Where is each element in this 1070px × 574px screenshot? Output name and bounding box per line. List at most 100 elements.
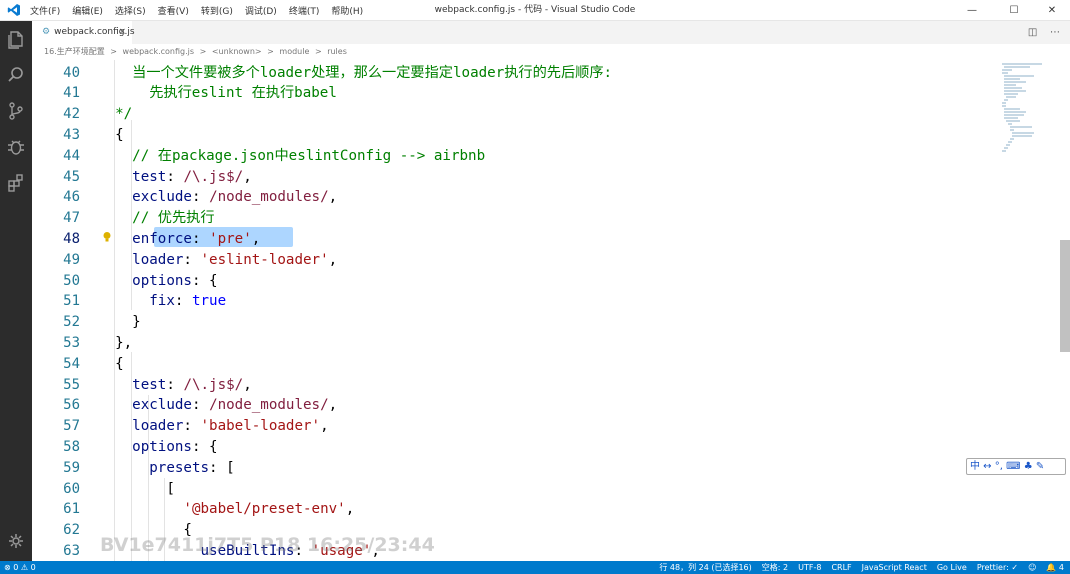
line-number: 47 (63, 210, 80, 227)
tab-bar: ⚙ webpack.config.js × ◫ ⋯ (32, 21, 1070, 44)
code-line[interactable]: { (98, 125, 124, 146)
status-item[interactable]: 行 48，列 24 (已选择16) (659, 563, 751, 572)
close-tab-icon[interactable]: × (118, 21, 126, 44)
status-item[interactable]: 空格: 2 (762, 563, 788, 572)
ime-toolbar[interactable]: 中 ↔ °, ⌨ ♣ ✎ (966, 458, 1066, 475)
breadcrumb: 16.生产环境配置 > webpack.config.js > <unknown… (32, 44, 1070, 60)
code-editor[interactable]: 40 41 42 43 44 45 46 47 48 49 50 51 52 53 54 55 56 57 58 59… (32, 60, 1070, 561)
code-line[interactable]: options: { (98, 437, 217, 458)
menu-view[interactable]: 查看(V) (158, 4, 189, 17)
close-button[interactable]: ✕ (1038, 0, 1066, 21)
code-line[interactable]: } (98, 312, 141, 333)
line-number: 45 (63, 168, 80, 185)
line-number: 40 (63, 64, 80, 81)
code-line[interactable]: [ (98, 479, 175, 500)
line-number: 43 (63, 127, 80, 143)
source-control-icon[interactable] (6, 101, 26, 121)
code-line[interactable]: { (98, 354, 124, 375)
status-item[interactable]: Prettier: ✓ (977, 563, 1018, 572)
line-number-gutter: 40 41 42 43 44 45 46 47 48 49 50 51 52 53 54 55 56 57 58 59… (32, 60, 92, 561)
code-line[interactable]: }, (98, 333, 132, 354)
line-number: 51 (63, 293, 80, 310)
line-number: 42 (63, 106, 80, 123)
code-line[interactable]: fix: true (98, 291, 226, 312)
line-number: 46 (63, 189, 80, 206)
tab-webpack-config[interactable]: ⚙ webpack.config.js × (32, 21, 135, 44)
code-line[interactable]: 当一个文件要被多个loader处理，那么一定要指定loader执行的先后顺序: (98, 63, 612, 84)
breadcrumb-module[interactable]: module (279, 47, 309, 56)
status-bar: ⊗ 0 ⚠ 0 行 48，列 24 (已选择16) 空格: 2 UTF-8 CRLF J… (0, 561, 1070, 574)
line-number: 59 (63, 459, 80, 476)
breadcrumb-folder[interactable]: 16.生产环境配置 (44, 47, 105, 56)
status-right: 行 48，列 24 (已选择16) 空格: 2 UTF-8 CRLF JavaScrip… (649, 561, 1064, 574)
line-number: 63 (63, 543, 80, 559)
activity-bar (0, 21, 32, 561)
breadcrumb-file[interactable]: webpack.config.js (123, 47, 195, 56)
line-number: 53 (63, 335, 80, 351)
line-number: 54 (63, 355, 80, 372)
line-number: 57 (63, 418, 80, 435)
code-line[interactable]: */ (98, 104, 132, 125)
title-bar: 文件(F) 编辑(E) 选择(S) 查看(V) 转到(G) 调试(D) 终端(T… (0, 0, 1070, 21)
settings-gear-icon[interactable] (8, 533, 24, 549)
split-editor-icon[interactable]: ◫ (1028, 27, 1037, 38)
line-number: 58 (63, 439, 80, 455)
minimize-button[interactable]: — (958, 0, 986, 21)
debug-icon[interactable] (6, 137, 26, 157)
code-line[interactable]: test: /\.js$/, (98, 375, 252, 396)
code-line[interactable]: loader: 'babel-loader', (98, 416, 328, 437)
breadcrumb-separator: > (314, 47, 322, 56)
menu-help[interactable]: 帮助(H) (331, 4, 363, 17)
explorer-icon[interactable] (6, 29, 26, 49)
menu-selection[interactable]: 选择(S) (115, 4, 146, 17)
code-line[interactable]: exclude: /node_modules/, (98, 395, 337, 416)
search-icon[interactable] (6, 65, 26, 85)
extensions-icon[interactable] (6, 173, 26, 193)
line-number: 48 (63, 231, 80, 247)
code-area[interactable]: 当一个文件要被多个loader处理，那么一定要指定loader执行的先后顺序: … (98, 60, 998, 561)
video-watermark: BV1e7411j7T5 P18 16:25/23:44 (100, 534, 435, 556)
minimap[interactable] (1000, 60, 1060, 170)
menu-debug[interactable]: 调试(D) (245, 4, 277, 17)
editor-actions: ◫ ⋯ (1028, 21, 1060, 44)
status-item[interactable]: Go Live (937, 563, 967, 572)
menu-file[interactable]: 文件(F) (30, 4, 60, 17)
status-item[interactable]: UTF-8 (798, 563, 821, 572)
breadcrumb-unknown[interactable]: <unknown> (212, 47, 262, 56)
line-number: 55 (63, 376, 80, 393)
problems-indicator[interactable]: ⊗ 0 ⚠ 0 (4, 561, 36, 574)
breadcrumb-separator: > (110, 47, 117, 56)
line-number: 41 (63, 85, 80, 102)
code-line[interactable]: exclude: /node_modules/, (98, 187, 337, 208)
code-line[interactable]: '@babel/preset-env', (98, 499, 354, 520)
status-item[interactable]: JavaScript React (862, 563, 927, 572)
vscode-logo-icon (7, 4, 20, 16)
code-line[interactable]: // 在package.json中eslintConfig --> airbnb (98, 146, 485, 167)
breadcrumb-rules[interactable]: rules (327, 47, 347, 56)
menu-go[interactable]: 转到(G) (201, 4, 233, 17)
menu-bar: 文件(F) 编辑(E) 选择(S) 查看(V) 转到(G) 调试(D) 终端(T… (30, 0, 375, 21)
code-line[interactable]: loader: 'eslint-loader', (98, 250, 337, 271)
more-actions-icon[interactable]: ⋯ (1050, 27, 1060, 38)
status-item[interactable]: 🔔 4 (1046, 563, 1064, 572)
line-number: 52 (63, 314, 80, 331)
breadcrumb-separator: > (267, 47, 274, 56)
code-line[interactable]: 先执行eslint 在执行babel (98, 83, 337, 104)
js-file-icon: ⚙ (42, 27, 51, 37)
code-line[interactable]: // 优先执行 (98, 208, 214, 229)
code-line[interactable]: enforce: 'pre', (98, 229, 260, 250)
status-item[interactable]: CRLF (831, 563, 851, 572)
breadcrumb-separator: > (199, 47, 207, 56)
menu-terminal[interactable]: 终端(T) (289, 4, 320, 17)
maximize-button[interactable]: ☐ (1000, 0, 1028, 21)
line-number: 50 (63, 272, 80, 289)
line-number: 49 (63, 251, 80, 268)
line-number: 44 (63, 147, 80, 164)
line-number: 61 (63, 501, 80, 518)
code-line[interactable]: options: { (98, 271, 217, 292)
code-line[interactable]: test: /\.js$/, (98, 167, 252, 188)
vertical-scrollbar[interactable] (1060, 240, 1070, 352)
code-line[interactable]: presets: [ (98, 458, 234, 479)
menu-edit[interactable]: 编辑(E) (72, 4, 103, 17)
status-item[interactable]: ☺ (1028, 563, 1036, 572)
